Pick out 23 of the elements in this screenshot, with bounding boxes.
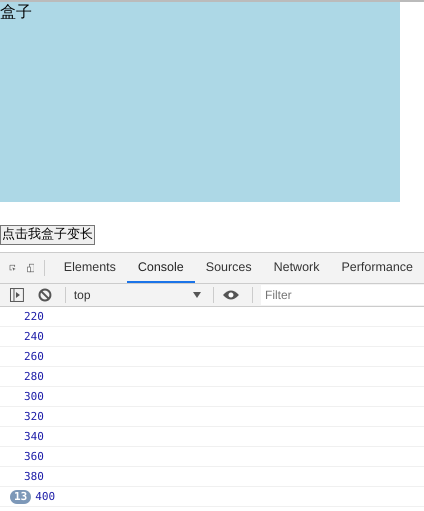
console-message: 340 [24,430,44,443]
console-message: 280 [24,370,44,383]
devtools-tab[interactable]: Performance [330,253,424,283]
clear-console-icon[interactable] [36,287,53,303]
box-label: 盒子 [0,2,32,22]
console-message: 380 [24,470,44,483]
eye-icon[interactable] [222,289,240,301]
console-message: 300 [24,390,44,403]
repeat-count-badge: 13 [10,490,32,504]
context-dropdown[interactable]: top [74,288,210,302]
console-message: 220 [24,310,44,323]
console-message: 360 [24,450,44,463]
filter-field[interactable]: Filter [261,285,424,305]
caret-icon [193,292,202,298]
devtools-tab[interactable]: Elements [52,253,127,283]
console-message: 260 [24,350,44,363]
sidebar-toggle-icon[interactable] [9,287,25,303]
console-message: 400 [35,490,56,503]
devtools-tab[interactable]: Sources [194,253,263,283]
console-message: 240 [24,330,44,343]
console-message: 320 [24,410,44,423]
devtools-tab[interactable]: Network [262,253,330,283]
grow-box-button[interactable]: 点击我盒子变长 [0,225,95,245]
